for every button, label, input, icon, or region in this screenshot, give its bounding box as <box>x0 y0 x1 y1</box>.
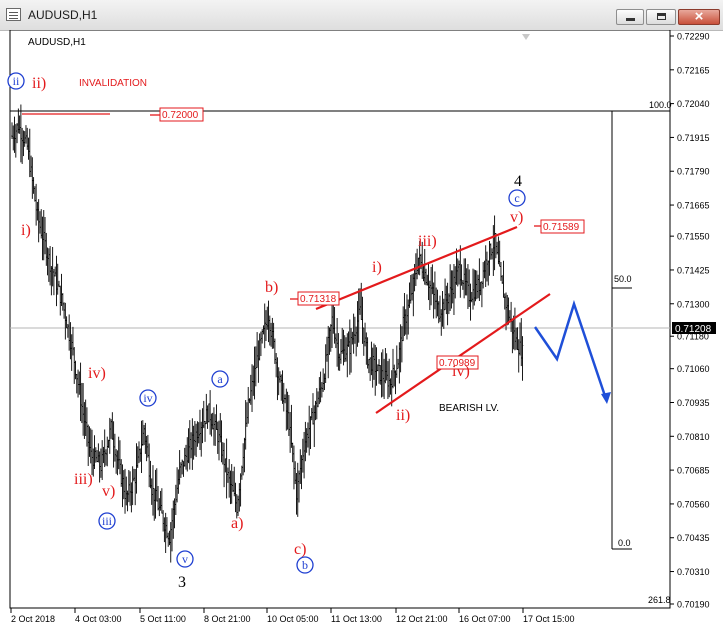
chart-window-icon <box>6 8 21 21</box>
current-price-tag: 0.71208 <box>672 322 716 335</box>
wave-label-red-iii: iii) <box>74 471 93 488</box>
price-axis: 0.72290 0.72165 0.72040 0.71915 0.71790 0.716… <box>670 32 710 610</box>
price-tick-label: 0.71790 <box>677 167 710 177</box>
price-tick-label: 0.71300 <box>677 299 710 309</box>
fib-100: 100.0 <box>649 100 672 110</box>
current-price: 0.71208 <box>675 324 712 335</box>
minimize-icon <box>626 18 635 21</box>
wave-label-4: 4 <box>514 173 522 190</box>
level-text-72000: 0.72000 <box>162 110 199 121</box>
wave-label-blue-c: c <box>514 191 519 205</box>
wave-label-blue-iii: iii <box>102 514 113 528</box>
wave-label-red-ii-top: ii) <box>32 75 46 92</box>
fib-261: 261.8 <box>648 595 671 605</box>
wave-label-blue-b: b <box>302 558 308 572</box>
symbol-label: AUDUSD,H1 <box>28 37 86 48</box>
level-text-71318: 0.71318 <box>300 294 337 305</box>
wave-label-red-ii-right: ii) <box>396 407 410 424</box>
time-axis: 2 Oct 2018 4 Oct 03:00 5 Oct 11:00 8 Oct 21… <box>10 608 575 624</box>
wave-label-red-a: a) <box>231 515 243 532</box>
price-tick-label: 0.71550 <box>677 232 710 242</box>
wave-label-red-b: b) <box>265 279 278 296</box>
maximize-button[interactable] <box>646 9 676 25</box>
wave-label-blue-a: a <box>217 372 223 386</box>
wave-label-red-i: i) <box>372 259 382 276</box>
time-tick-label: 10 Oct 05:00 <box>267 614 319 624</box>
wave-label-red-iv-right: iv) <box>452 363 470 380</box>
price-tick-label: 0.72040 <box>677 99 710 109</box>
level-text-71589: 0.71589 <box>543 222 580 233</box>
price-tick-label: 0.71060 <box>677 364 710 374</box>
price-tick-label: 0.72165 <box>677 65 710 75</box>
chart-window: AUDUSD,H1 × 0.72290 0.72165 0.72040 0.71915… <box>0 0 723 639</box>
price-tick-label: 0.71665 <box>677 201 710 211</box>
wave-label-red-v-low: v) <box>102 483 115 500</box>
time-tick-label: 4 Oct 03:00 <box>75 614 122 624</box>
wave-label-blue-ii: ii <box>13 74 20 88</box>
wave-label-blue-iv: iv <box>143 391 152 405</box>
maximize-icon <box>657 13 666 20</box>
price-tick-label: 0.71425 <box>677 265 710 275</box>
time-tick-label: 11 Oct 13:00 <box>331 614 382 624</box>
price-tick-label: 0.70190 <box>677 600 710 610</box>
window-title: AUDUSD,H1 <box>28 8 98 22</box>
minimize-button[interactable] <box>616 9 644 25</box>
wave-label-red-c: c) <box>294 541 306 558</box>
close-button[interactable]: × <box>678 8 720 25</box>
wave-label-red-iii-top: iii) <box>418 233 437 250</box>
price-tick-label: 0.70560 <box>677 499 710 509</box>
time-tick-label: 5 Oct 11:00 <box>140 614 186 624</box>
price-chart[interactable]: 0.72290 0.72165 0.72040 0.71915 0.71790 0.716… <box>0 30 723 639</box>
bearish-annotation: BEARISH LV. <box>439 403 499 414</box>
invalidation-annotation: INVALIDATION <box>79 78 147 89</box>
price-tick-label: 0.71915 <box>677 133 710 143</box>
time-tick-label: 16 Oct 07:00 <box>459 614 511 624</box>
price-tick-label: 0.70435 <box>677 533 710 543</box>
wave-label-red-v-top: v) <box>510 209 523 226</box>
window-titlebar[interactable]: AUDUSD,H1 × <box>0 0 723 31</box>
wave-label-blue-v: v <box>182 552 188 566</box>
close-icon: × <box>694 8 704 25</box>
time-tick-label: 8 Oct 21:00 <box>204 614 251 624</box>
wave-label-red-iv: iv) <box>88 365 106 382</box>
price-tick-label: 0.70310 <box>677 567 710 577</box>
time-tick-label: 17 Oct 15:00 <box>523 614 575 624</box>
price-tick-label: 0.70935 <box>677 398 710 408</box>
price-tick-label: 0.70810 <box>677 432 710 442</box>
fib-0: 0.0 <box>618 538 631 548</box>
price-tick-label: 0.72290 <box>677 32 710 42</box>
wave-label-3: 3 <box>178 574 186 591</box>
time-tick-label: 2 Oct 2018 <box>11 614 55 624</box>
price-tick-label: 0.70685 <box>677 466 710 476</box>
time-tick-label: 12 Oct 21:00 <box>396 614 448 624</box>
wave-label-red-i-left: i) <box>21 222 31 239</box>
fib-50: 50.0 <box>614 274 632 284</box>
